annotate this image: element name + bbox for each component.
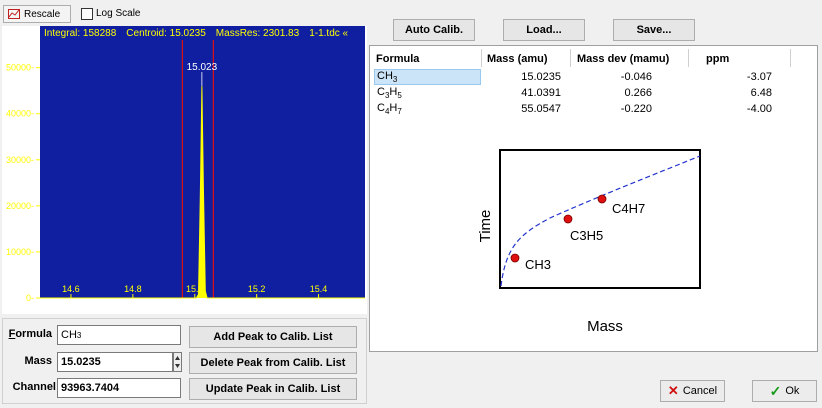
- row-formula: C3H5: [377, 86, 402, 101]
- ok-button[interactable]: ✓ Ok: [752, 380, 817, 402]
- y-tick-label: 20000-: [6, 201, 34, 211]
- add-peak-button[interactable]: Add Peak to Calib. List: [189, 326, 357, 348]
- rescale-label: Rescale: [24, 8, 61, 20]
- x-tick-label: 14.6: [62, 284, 80, 294]
- file-readout: 1-1.tdc «: [309, 27, 349, 39]
- channel-value: 93963.7404: [61, 382, 120, 394]
- row-dev: -0.220: [620, 103, 652, 115]
- peak-label: 15.023: [187, 62, 218, 73]
- channel-label-text: Channel: [12, 381, 56, 393]
- formula-label-text: ormula: [15, 328, 52, 340]
- point-label: CH3: [525, 257, 551, 272]
- table-row[interactable]: C4H7 55.0547 -0.220 -4.00: [374, 101, 784, 117]
- col-header-mass-dev[interactable]: Mass dev (mamu): [577, 53, 669, 65]
- y-tick-label: 30000-: [6, 155, 34, 165]
- mass-field[interactable]: 15.0235: [57, 352, 173, 372]
- channel-label: Channel: [4, 381, 56, 393]
- calibration-curve-plot: CH3 C3H5 C4H7 Mass Time: [477, 149, 701, 335]
- massres-readout: MassRes: 2301.83: [215, 27, 300, 39]
- row-ppm: 6.48: [750, 87, 772, 99]
- auto-calib-label: Auto Calib.: [404, 24, 464, 36]
- mass-label-text: Mass: [24, 355, 52, 367]
- cancel-label: Cancel: [682, 385, 718, 397]
- table-row[interactable]: C3H5 41.0391 0.266 6.48: [374, 85, 784, 101]
- update-peak-button[interactable]: Update Peak in Calib. List: [189, 378, 357, 400]
- save-button[interactable]: Save...: [613, 19, 695, 41]
- y-tick-label: 0-: [26, 293, 34, 303]
- log-scale-checkbox[interactable]: [81, 8, 93, 20]
- table-row[interactable]: CH3 15.0235 -0.046 -3.07: [374, 69, 784, 85]
- x-tick-label: 14.8: [124, 284, 142, 294]
- row-mass: 41.0391: [521, 87, 561, 99]
- row-ppm: -4.00: [746, 103, 772, 115]
- calib-table[interactable]: Formula Mass (amu) Mass dev (mamu) ppm C…: [369, 45, 818, 352]
- delete-peak-label: Delete Peak from Calib. List: [200, 357, 346, 369]
- col-header-mass[interactable]: Mass (amu): [487, 53, 548, 65]
- curve-ylabel: Time: [477, 210, 494, 243]
- rescale-button[interactable]: Rescale: [3, 5, 71, 23]
- row-mass: 15.0235: [521, 71, 561, 83]
- integral-readout: Integral: 158288: [44, 27, 117, 39]
- save-label: Save...: [636, 24, 672, 36]
- row-dev: 0.266: [624, 87, 652, 99]
- row-ppm: -3.07: [746, 71, 772, 83]
- spectrum-panel[interactable]: 0- 10000- 20000- 30000- 40000- 50000- 14.6 14.8…: [2, 26, 367, 314]
- spectrum-info-bar: Integral: 158288 Centroid: 15.0235 MassR…: [40, 26, 365, 40]
- formula-label: Formula: [8, 328, 52, 340]
- mass-spinner[interactable]: [173, 352, 182, 372]
- curve-xlabel: Mass: [587, 318, 623, 335]
- delete-peak-button[interactable]: Delete Peak from Calib. List: [189, 352, 357, 374]
- spectrum-chart[interactable]: 0- 10000- 20000- 30000- 40000- 50000- 14.6 14.8…: [2, 26, 367, 314]
- channel-field[interactable]: 93963.7404: [57, 378, 181, 398]
- cancel-icon: ✕: [667, 383, 679, 398]
- y-tick-label: 40000-: [6, 109, 34, 119]
- update-peak-label: Update Peak in Calib. List: [205, 383, 341, 395]
- row-dev: -0.046: [620, 71, 652, 83]
- centroid-readout: Centroid: 15.0235: [126, 27, 206, 39]
- checkmark-icon: ✓: [769, 382, 782, 399]
- y-tick-label: 10000-: [6, 247, 34, 257]
- ok-label: Ok: [785, 385, 800, 397]
- point-label: C4H7: [612, 201, 645, 216]
- log-scale-label: Log Scale: [96, 8, 141, 19]
- load-button[interactable]: Load...: [503, 19, 585, 41]
- calib-point: [597, 194, 607, 204]
- formula-field[interactable]: CH 3: [57, 325, 181, 345]
- cancel-button[interactable]: ✕ Cancel: [660, 380, 725, 402]
- x-tick-label: 15.4: [310, 284, 328, 294]
- point-label: C3H5: [570, 228, 603, 243]
- row-formula: C4H7: [377, 102, 402, 117]
- load-label: Load...: [526, 24, 562, 36]
- y-tick-label: 50000-: [6, 63, 34, 73]
- x-tick-label: 15.2: [248, 284, 266, 294]
- mass-label: Mass: [4, 355, 52, 367]
- col-header-formula[interactable]: Formula: [376, 53, 419, 65]
- row-mass: 55.0547: [521, 103, 561, 115]
- mass-value: 15.0235: [61, 356, 101, 368]
- rescale-icon: [8, 9, 20, 19]
- calib-point: [563, 214, 573, 224]
- add-peak-label: Add Peak to Calib. List: [213, 331, 333, 343]
- row-formula: CH3: [377, 70, 398, 85]
- col-header-ppm[interactable]: ppm: [706, 53, 729, 65]
- auto-calib-button[interactable]: Auto Calib.: [393, 19, 475, 41]
- calib-point: [510, 253, 520, 263]
